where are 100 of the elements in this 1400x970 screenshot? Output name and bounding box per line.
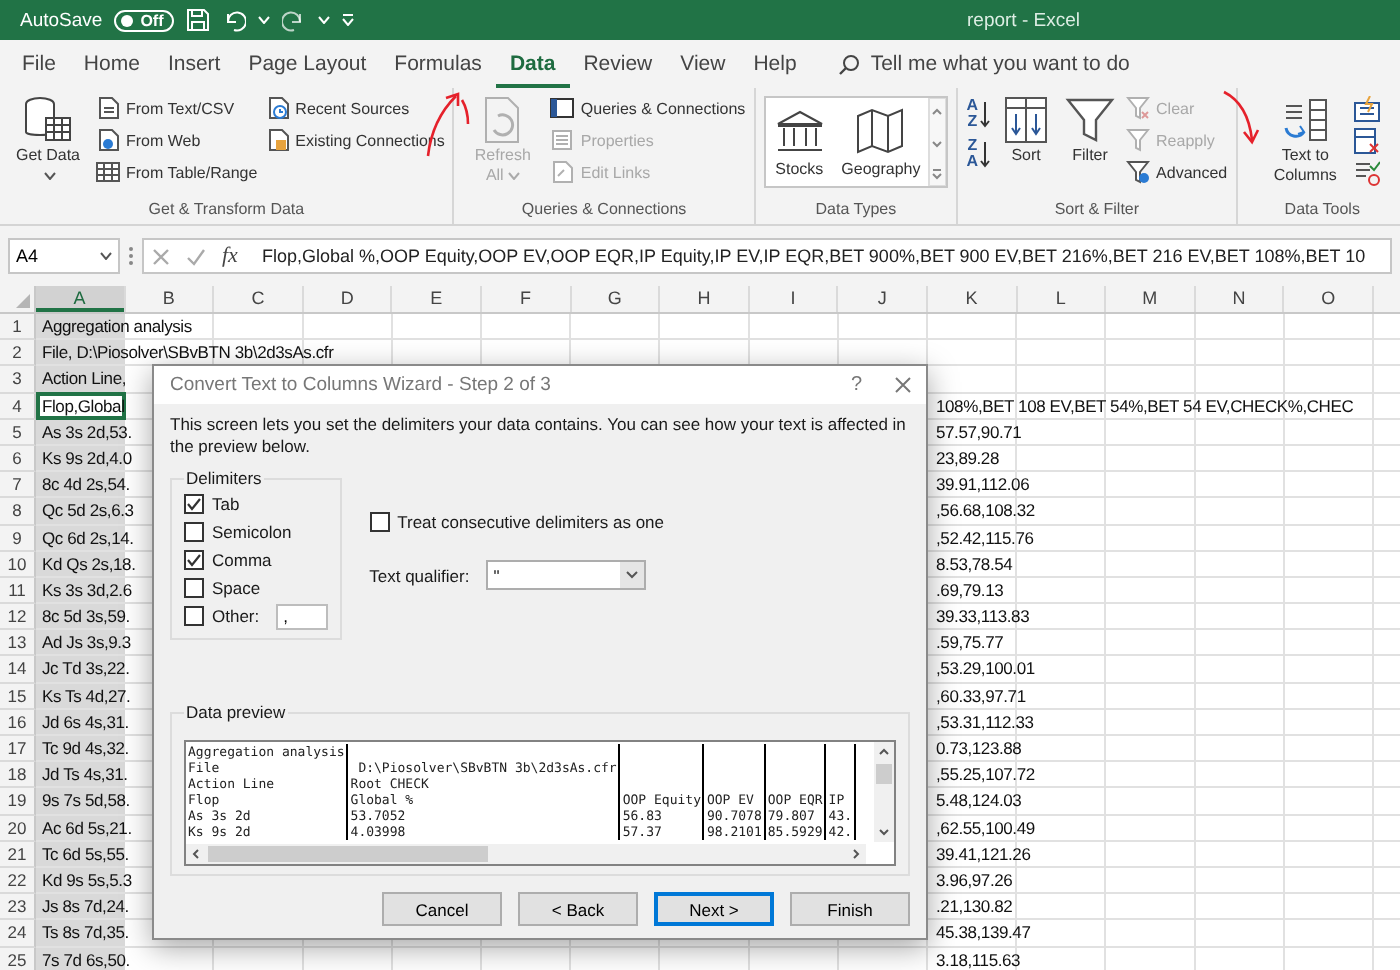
menu-tab[interactable]: View — [666, 40, 740, 88]
row-header[interactable]: 23 — [0, 894, 36, 921]
row-header[interactable]: 19 — [0, 788, 36, 816]
row-header[interactable]: 15 — [0, 683, 36, 710]
row-header[interactable]: 9 — [0, 525, 36, 552]
menu-tab[interactable]: Formulas — [380, 40, 496, 88]
gallery-item[interactable]: Geography — [833, 98, 929, 186]
column-header[interactable]: I — [749, 286, 839, 312]
column-header[interactable]: C — [214, 286, 304, 312]
close-icon[interactable] — [894, 376, 912, 394]
text-qualifier-dropdown[interactable]: " — [485, 560, 646, 590]
insert-function-button[interactable]: fx — [222, 244, 246, 268]
toggle-knob-icon — [120, 13, 135, 27]
row-header[interactable]: 1 — [0, 314, 36, 341]
row-header[interactable]: 12 — [0, 604, 36, 631]
column-header[interactable]: H — [660, 286, 750, 312]
row-header[interactable]: 2 — [0, 340, 36, 367]
ribbon-button[interactable]: Text to Columns — [1265, 94, 1346, 186]
menu-tab[interactable]: Page Layout — [234, 40, 381, 88]
checkbox[interactable] — [369, 512, 390, 532]
checkbox[interactable] — [184, 606, 204, 626]
menu-tab[interactable]: Review — [569, 40, 667, 88]
ribbon-button[interactable]: From Web — [96, 126, 258, 154]
more-options-icon[interactable] — [128, 246, 134, 266]
tell-me-field[interactable]: Tell me what you want to do — [870, 52, 1211, 76]
checkbox-label[interactable]: Treat consecutive delimiters as one — [397, 512, 665, 532]
menu-tab[interactable]: Insert — [153, 40, 235, 88]
row-header[interactable]: 7 — [0, 472, 36, 499]
row-header[interactable]: 5 — [0, 419, 36, 446]
row-header[interactable]: 4 — [0, 393, 36, 420]
help-button[interactable]: ? — [850, 374, 862, 396]
autosave-toggle[interactable]: Off — [114, 9, 174, 31]
other-delimiter-field[interactable]: , — [275, 603, 328, 629]
row-header[interactable]: 10 — [0, 551, 36, 578]
dialog-button[interactable]: < Back — [518, 892, 638, 926]
redo-icon[interactable] — [281, 8, 306, 32]
menu-tab[interactable]: Help — [739, 40, 811, 88]
cell-text: 23,89.28 — [934, 445, 999, 471]
row-header[interactable]: 3 — [0, 366, 36, 394]
checkbox-label[interactable]: Other: — [212, 606, 260, 626]
ribbon-button[interactable]: From Text/CSV — [96, 94, 258, 122]
down-arrow-icon — [980, 100, 991, 128]
checkbox[interactable] — [184, 522, 204, 542]
customize-toolbar-icon[interactable] — [341, 14, 354, 26]
row-header[interactable]: 17 — [0, 736, 36, 763]
column-header[interactable]: D — [303, 286, 393, 312]
name-box[interactable]: A4 — [8, 238, 120, 274]
row-header[interactable]: 25 — [0, 947, 36, 970]
row-header[interactable]: 21 — [0, 841, 36, 868]
row-header[interactable]: 11 — [0, 577, 36, 605]
column-header[interactable]: A — [36, 286, 126, 312]
checkbox[interactable] — [184, 578, 204, 598]
ribbon-button[interactable]: From Table/Range — [96, 158, 258, 186]
ribbon-button[interactable]: Queries & Connections — [550, 94, 746, 122]
column-header[interactable]: F — [481, 286, 572, 312]
checkbox-label[interactable]: Semicolon — [212, 522, 292, 542]
column-header[interactable]: M — [1106, 286, 1196, 312]
ribbon-button[interactable]: Advanced — [1126, 158, 1228, 186]
ribbon-button[interactable]: Recent Sources — [265, 94, 445, 122]
column-header[interactable]: O — [1284, 286, 1374, 312]
checkbox[interactable] — [184, 494, 204, 514]
checkbox-label[interactable]: Tab — [212, 494, 240, 514]
row-header[interactable]: 24 — [0, 920, 36, 947]
ribbon-button[interactable]: Sort — [998, 94, 1055, 166]
dialog-button[interactable]: Next > — [654, 892, 774, 926]
search-icon[interactable] — [838, 53, 861, 75]
row-header[interactable]: 20 — [0, 815, 36, 842]
dialog-button[interactable]: Finish — [790, 892, 910, 926]
menu-tab[interactable]: File — [8, 40, 70, 88]
column-header[interactable]: K — [927, 286, 1018, 312]
save-icon[interactable] — [185, 8, 210, 32]
vertical-scrollbar[interactable] — [874, 742, 894, 842]
sort-ascending-button[interactable]: A Z — [966, 98, 991, 130]
row-header[interactable]: 22 — [0, 867, 36, 895]
undo-icon[interactable] — [221, 8, 246, 32]
row-header[interactable]: 18 — [0, 762, 36, 789]
gallery-item[interactable]: Stocks — [765, 98, 834, 186]
row-header[interactable]: 8 — [0, 498, 36, 525]
ribbon-button[interactable]: Filter — [1062, 94, 1119, 166]
gallery-scroll-icon[interactable] — [928, 98, 947, 186]
row-header[interactable]: 14 — [0, 656, 36, 684]
column-header[interactable]: B — [125, 286, 215, 312]
checkbox-label[interactable]: Space — [212, 578, 261, 598]
row-header[interactable]: 16 — [0, 709, 36, 736]
sort-descending-button[interactable]: Z A — [966, 138, 991, 170]
row-header[interactable]: 6 — [0, 445, 36, 473]
menu-tab[interactable]: Data — [495, 40, 570, 88]
menu-tab[interactable]: Home — [69, 40, 154, 88]
row-header[interactable]: 13 — [0, 630, 36, 657]
column-header[interactable]: J — [838, 286, 928, 312]
checkbox[interactable] — [184, 550, 204, 570]
column-header[interactable]: E — [392, 286, 482, 312]
checkbox-label[interactable]: Comma — [212, 550, 272, 570]
column-header[interactable]: G — [571, 286, 661, 312]
column-header[interactable]: N — [1195, 286, 1285, 312]
dialog-button[interactable]: Cancel — [382, 892, 502, 926]
cell-text: ,60.33,97.71 — [934, 683, 1026, 708]
ribbon-button[interactable]: Get Data — [8, 94, 88, 186]
column-header[interactable]: L — [1017, 286, 1107, 312]
horizontal-scrollbar[interactable] — [186, 844, 866, 864]
